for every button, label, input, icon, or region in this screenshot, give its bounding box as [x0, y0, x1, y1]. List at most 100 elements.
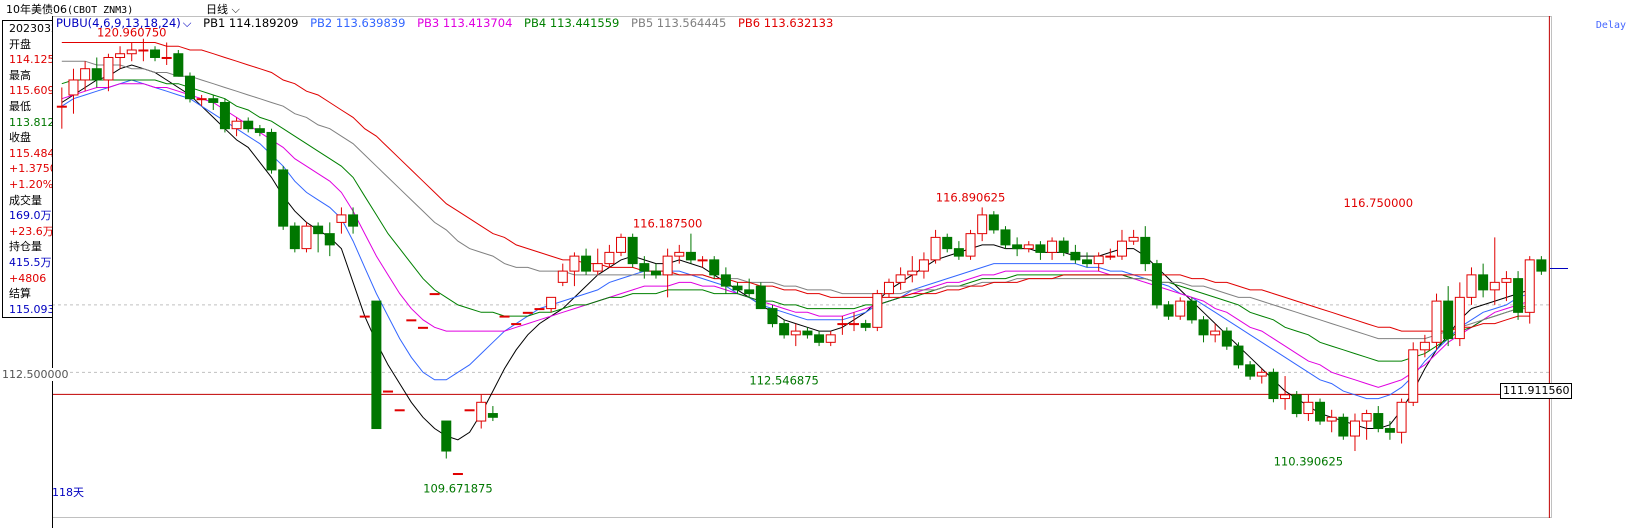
candle-body: [814, 334, 825, 343]
candle-body: [1140, 236, 1151, 265]
candle-body: [779, 323, 790, 336]
candle-body: [860, 323, 871, 328]
price-annotation: 109.671875: [423, 481, 493, 495]
candle-body: [732, 285, 743, 291]
change-value: +1.3750: [9, 162, 53, 176]
candle-body: [522, 311, 533, 314]
delay-indicator: Delay: [1595, 20, 1626, 31]
volume-change-value: +23.6万: [9, 224, 53, 238]
title-bar: 10年美债06(CBOT ZNM3) 日线 ⌵: [0, 0, 1648, 16]
candle-body: [825, 334, 836, 343]
oi-change-value: +4806: [9, 271, 47, 285]
candle-body: [685, 251, 696, 261]
candle-body: [790, 330, 801, 336]
candle-body: [1338, 416, 1349, 437]
candle-body: [883, 281, 894, 295]
candle-body: [313, 225, 324, 235]
candlestick-chart[interactable]: 120.960750 116.187500 116.890625 116.750000…: [52, 16, 1552, 518]
candle-body: [1151, 263, 1162, 306]
candle-body: [1245, 364, 1256, 377]
chart-frame: [52, 16, 1552, 518]
price-annotation: 116.750000: [1344, 196, 1414, 210]
candle-body: [1454, 296, 1465, 340]
candle-body: [91, 68, 102, 81]
candle-body: [1489, 281, 1500, 291]
candle-body: [1105, 255, 1116, 258]
candle-body: [1478, 274, 1489, 291]
candle-body: [301, 225, 312, 250]
candle-body: [755, 285, 766, 310]
candle-body: [802, 330, 813, 336]
candle-body: [1431, 300, 1442, 343]
candle-body: [429, 293, 440, 296]
candle-body: [126, 49, 137, 55]
candle-body: [709, 259, 720, 276]
candle-body: [266, 131, 277, 171]
candle-body: [289, 225, 300, 250]
candle-body: [965, 233, 976, 257]
candle-body: [359, 315, 370, 318]
candle-body: [581, 255, 592, 272]
candle-body: [1058, 240, 1069, 253]
candle-body: [639, 263, 650, 272]
period-selector[interactable]: 日线 ⌵: [206, 1, 240, 17]
candle-body: [417, 326, 428, 329]
change-pct-value: +1.20%: [9, 177, 53, 191]
candle-body: [394, 409, 405, 412]
candle-body: [1047, 240, 1058, 253]
instrument-title: 10年美债06(CBOT ZNM3): [6, 1, 133, 17]
candle-body: [1116, 240, 1127, 257]
instrument-name: 10年美债06: [6, 3, 67, 16]
candle-body: [604, 251, 615, 265]
candle-body: [1000, 229, 1011, 246]
price-annotation: 112.546875: [749, 373, 819, 387]
settle-label: 结算: [9, 287, 31, 301]
candle-body: [254, 128, 265, 133]
candle-body: [243, 120, 254, 130]
candle-body: [1233, 345, 1244, 366]
candle-body: [1501, 278, 1512, 283]
oi-value: 415.5万: [9, 255, 52, 269]
instrument-code: (CBOT ZNM3): [67, 5, 134, 16]
candle-body: [452, 473, 463, 476]
candle-body: [650, 270, 661, 276]
candle-body: [80, 68, 91, 81]
candle-body: [441, 420, 452, 452]
price-annotation: 120.960750: [97, 25, 167, 39]
candle-body: [1280, 394, 1291, 400]
candle-body: [849, 323, 860, 326]
price-annotation: 116.187500: [633, 217, 703, 231]
candle-body: [324, 233, 335, 246]
candle-body: [1093, 255, 1104, 265]
candle-body: [161, 56, 172, 59]
candle-body: [662, 255, 673, 276]
open-value: 114.1250: [9, 53, 52, 67]
candle-body: [499, 315, 510, 318]
candle-body: [1291, 394, 1302, 415]
candle-body: [569, 255, 580, 272]
high-value: 115.6093: [9, 84, 52, 98]
oi-label: 持仓量: [9, 240, 42, 254]
period-label: 日线: [206, 3, 228, 16]
candle-body: [196, 98, 207, 101]
candle-body: [1408, 349, 1419, 403]
candle-body: [406, 319, 417, 322]
candle-body: [1035, 244, 1046, 253]
price-level-label: 112.500000: [2, 368, 69, 381]
candle-body: [744, 289, 755, 295]
chevron-down-icon: ⌵: [231, 3, 240, 16]
candle-body: [1373, 413, 1384, 430]
candle-body: [930, 236, 941, 261]
candle-body: [953, 248, 964, 257]
candle-body: [1524, 259, 1535, 313]
candle-body: [977, 214, 988, 235]
candle-body: [208, 98, 219, 103]
candle-body: [1361, 413, 1372, 422]
candle-body: [1175, 300, 1186, 317]
candle-body: [837, 323, 848, 326]
candle-body: [1349, 420, 1360, 437]
candle-body: [1023, 244, 1034, 250]
candle-body: [1210, 330, 1221, 336]
candle-body: [487, 413, 498, 418]
candle-body: [907, 270, 918, 276]
